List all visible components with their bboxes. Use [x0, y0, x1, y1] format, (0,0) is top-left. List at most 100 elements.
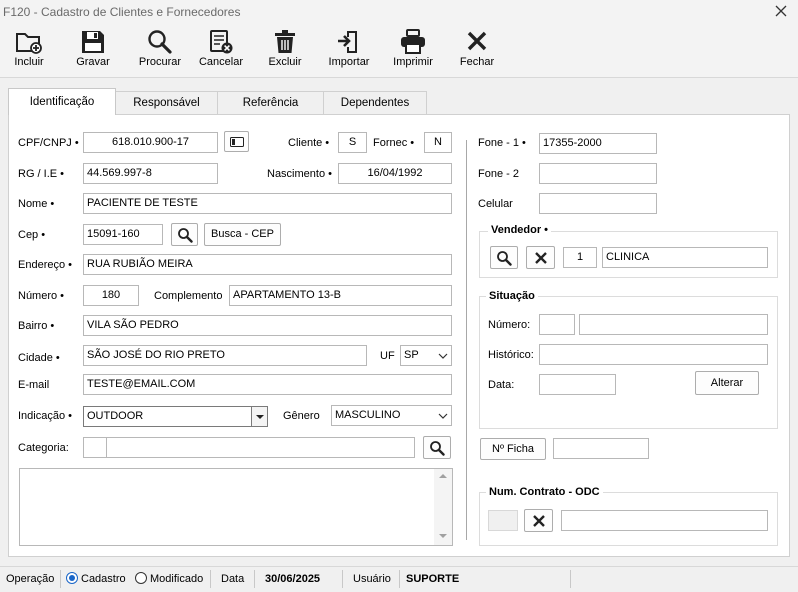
procurar-label: Procurar: [138, 56, 182, 68]
situacao-data-label: Data:: [488, 379, 515, 391]
bairro-label: Bairro •: [18, 320, 55, 332]
categoria-code-field[interactable]: [83, 437, 107, 458]
importar-button[interactable]: Importar: [324, 26, 374, 76]
indicacao-dropdown-button[interactable]: [251, 407, 267, 426]
vendedor-title: Vendedor •: [488, 224, 552, 236]
celular-label: Celular: [478, 198, 513, 210]
cep-field[interactable]: 15091-160: [83, 224, 163, 245]
fornec-label: Fornec •: [373, 137, 415, 149]
tab-identificacao[interactable]: Identificação: [8, 88, 116, 115]
status-separator: [254, 570, 255, 588]
tab-referencia[interactable]: Referência: [217, 91, 324, 114]
scroll-down-icon[interactable]: [434, 529, 452, 543]
cadastro-label: Cadastro: [81, 573, 126, 585]
procurar-button[interactable]: Procurar: [134, 26, 186, 76]
cliente-field[interactable]: S: [338, 132, 367, 153]
imprimir-button[interactable]: Imprimir: [390, 26, 436, 76]
tab-responsavel[interactable]: Responsável: [115, 91, 218, 114]
busca-cep-button[interactable]: Busca - CEP: [204, 223, 281, 246]
status-separator: [342, 570, 343, 588]
magnifier-icon: [430, 441, 445, 456]
fornec-field[interactable]: N: [424, 132, 452, 153]
genero-value: MASCULINO: [335, 409, 401, 421]
cidade-field[interactable]: SÃO JOSÉ DO RIO PRETO: [83, 345, 367, 366]
excluir-button[interactable]: Excluir: [262, 26, 308, 76]
celular-field[interactable]: [539, 193, 657, 214]
contrato-title: Num. Contrato - ODC: [486, 486, 603, 498]
modificado-radio[interactable]: [135, 572, 147, 584]
usuario-value: SUPORTE: [406, 573, 460, 585]
cpf-field[interactable]: 618.010.900-17: [83, 132, 218, 153]
cancelar-button[interactable]: Cancelar: [196, 26, 246, 76]
magnifier-icon: [497, 251, 512, 266]
cpf-toggle-button[interactable]: [224, 131, 249, 152]
fone1-field[interactable]: 17355-2000: [539, 133, 657, 154]
data-value: 30/06/2025: [265, 573, 321, 585]
indicacao-select[interactable]: OUTDOOR: [83, 406, 268, 427]
numero-label: Número •: [18, 290, 65, 302]
complemento-field[interactable]: APARTAMENTO 13-B: [229, 285, 452, 306]
folder-plus-icon: [16, 33, 42, 54]
printer-icon: [401, 29, 425, 54]
cancel-document-icon: [210, 30, 233, 54]
cadastro-radio[interactable]: [66, 572, 78, 584]
categoria-field[interactable]: [106, 437, 415, 458]
nome-field[interactable]: PACIENTE DE TESTE: [83, 193, 452, 214]
categoria-search-button[interactable]: [423, 436, 451, 459]
genero-label: Gênero: [283, 410, 320, 422]
vendedor-code-field[interactable]: 1: [563, 247, 597, 268]
usuario-label: Usuário: [353, 573, 391, 585]
cliente-label: Cliente •: [288, 137, 330, 149]
situacao-numero-code-field[interactable]: [539, 314, 575, 335]
status-separator: [60, 570, 61, 588]
observacoes-scrollbar[interactable]: [434, 469, 452, 545]
fechar-button[interactable]: Fechar: [454, 26, 500, 76]
numero-field[interactable]: 180: [83, 285, 139, 306]
situacao-data-field[interactable]: [539, 374, 616, 395]
endereco-field[interactable]: RUA RUBIÃO MEIRA: [83, 254, 452, 275]
nome-label: Nome •: [18, 198, 55, 210]
uf-select[interactable]: SP: [400, 345, 452, 366]
email-label: E-mail: [18, 379, 50, 391]
nascimento-label: Nascimento •: [267, 168, 332, 180]
contrato-field[interactable]: [561, 510, 768, 531]
window-title: F120 - Cadastro de Clientes e Fornecedor…: [3, 5, 241, 19]
nascimento-field[interactable]: 16/04/1992: [338, 163, 452, 184]
contrato-code-field[interactable]: [488, 510, 518, 531]
magnifier-icon: [148, 30, 172, 54]
alterar-button[interactable]: Alterar: [695, 371, 759, 395]
close-icon: [775, 5, 787, 17]
observacoes-textarea[interactable]: [19, 468, 453, 546]
vendedor-clear-button[interactable]: [526, 246, 555, 269]
situacao-numero-field[interactable]: [579, 314, 768, 335]
gravar-button[interactable]: Gravar: [70, 26, 116, 76]
clear-x-icon: [532, 515, 545, 527]
cep-label: Cep •: [18, 229, 46, 241]
rg-label: RG / I.E •: [18, 168, 65, 180]
rg-field[interactable]: 44.569.997-8: [83, 163, 218, 184]
tab-dependentes[interactable]: Dependentes: [323, 91, 427, 114]
window-close-button[interactable]: [772, 2, 790, 20]
vendedor-search-button[interactable]: [490, 246, 518, 269]
categoria-label: Categoria:: [18, 442, 69, 454]
cep-search-button[interactable]: [171, 223, 198, 246]
fone2-field[interactable]: [539, 163, 657, 184]
incluir-button[interactable]: Incluir: [6, 26, 52, 76]
email-field[interactable]: TESTE@EMAIL.COM: [83, 374, 452, 395]
ficha-button[interactable]: Nº Ficha: [480, 438, 546, 460]
scroll-up-icon[interactable]: [434, 469, 452, 483]
historico-field[interactable]: [539, 344, 768, 365]
ficha-field[interactable]: [553, 438, 649, 459]
endereco-label: Endereço •: [18, 259, 72, 271]
genero-select[interactable]: MASCULINO: [331, 405, 452, 426]
bairro-field[interactable]: VILA SÃO PEDRO: [83, 315, 452, 336]
data-label: Data: [221, 573, 245, 585]
column-divider: [466, 140, 467, 540]
status-separator: [399, 570, 400, 588]
fechar-label: Fechar: [459, 56, 495, 68]
indicacao-value: OUTDOOR: [87, 410, 144, 422]
contrato-clear-button[interactable]: [524, 509, 553, 532]
complemento-label: Complemento: [154, 290, 223, 302]
vendedor-name-field[interactable]: CLINICA: [602, 247, 768, 268]
uf-label: UF: [380, 350, 395, 362]
